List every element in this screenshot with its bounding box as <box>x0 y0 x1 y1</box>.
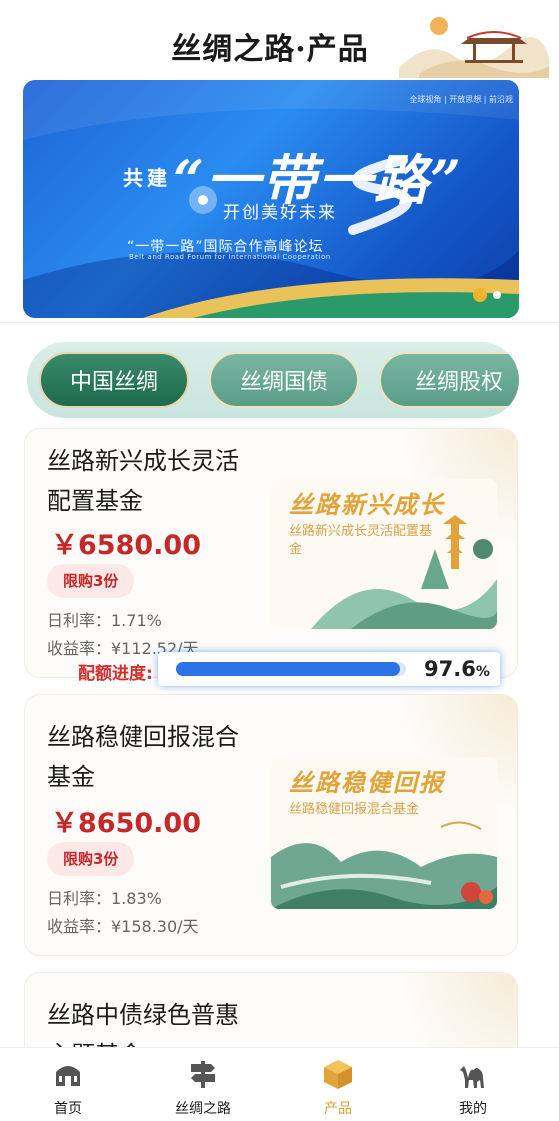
slide-dot[interactable] <box>493 291 501 299</box>
product-box-icon <box>324 1060 352 1089</box>
bottom-nav: 首页 丝绸之路 产品 我的 <box>0 1047 559 1121</box>
quota-progress-fill <box>176 662 401 676</box>
quota-progress-track <box>176 662 406 676</box>
daily-rate: 日利率：1.71% <box>47 611 162 630</box>
quota-progress-value: 97.6% <box>424 657 490 681</box>
promo-banner[interactable]: 全球视角 | 开放思想 | 前沿观 共建 “一带一路” 开创美好未来 “一带一路… <box>23 80 519 318</box>
nav-products[interactable]: 产品 <box>273 1048 403 1121</box>
product-card[interactable]: 丝路稳健回报混合基金 ￥8650.00 限购3份 日利率：1.83% 收益率：¥… <box>24 694 518 956</box>
banner-top-links: 全球视角 | 开放思想 | 前沿观 <box>409 95 513 104</box>
purchase-limit-badge: 限购3份 <box>47 842 135 876</box>
banner-pagination <box>473 288 501 302</box>
nav-label: 丝绸之路 <box>175 1101 231 1117</box>
home-building-icon <box>56 1066 80 1086</box>
product-price: ￥6580.00 <box>51 530 201 561</box>
artwork-title: 丝路稳健回报 <box>289 768 445 797</box>
app-root: 丝绸之路·产品 全球视角 | 开放思想 | 前沿观 共建 “一带一路” 开创美好… <box>0 0 559 1121</box>
artwork-subtitle: 丝路稳健回报混合基金 <box>289 802 420 817</box>
tab-silk-equity[interactable]: 丝绸股权 <box>379 352 519 408</box>
product-price: ￥8650.00 <box>51 808 201 839</box>
tab-label: 中国丝绸 <box>69 370 158 395</box>
signpost-icon <box>191 1061 215 1088</box>
product-artwork: 丝路稳健回报 丝路稳健回报混合基金 <box>271 757 497 909</box>
product-name: 丝路新兴成长灵活配置基金 <box>47 447 239 515</box>
nav-label: 产品 <box>324 1101 352 1117</box>
category-tabs: 中国丝绸 丝绸国债 丝绸股权 <box>27 342 519 418</box>
product-artwork: 丝路新兴成长 丝路新兴成长灵活配置基金 <box>271 479 497 629</box>
product-card[interactable]: 丝路新兴成长灵活配置基金 ￥6580.00 限购3份 日利率：1.71% 收益率… <box>24 428 518 678</box>
tab-china-silk[interactable]: 中国丝绸 <box>39 352 189 408</box>
banner-gongjian-text: 共建 <box>123 166 171 190</box>
quota-progress-label: 配额进度: <box>78 664 153 684</box>
banner-forum-english: Belt and Road Forum for International Co… <box>129 253 331 261</box>
artwork-title: 丝路新兴成长 <box>289 490 445 519</box>
camel-icon <box>460 1066 484 1088</box>
page-header: 丝绸之路·产品 <box>0 0 559 78</box>
nav-home[interactable]: 首页 <box>3 1048 133 1121</box>
quota-value-number: 97.6 <box>424 657 476 681</box>
pavilion-decoration-icon <box>399 17 549 78</box>
yield-rate: 收益率：¥158.30/天 <box>47 917 199 936</box>
nav-label: 我的 <box>459 1101 487 1117</box>
tab-silk-bonds[interactable]: 丝绸国债 <box>209 352 359 408</box>
quota-value-unit: % <box>475 664 490 680</box>
section-divider <box>0 322 559 323</box>
daily-rate: 日利率：1.83% <box>47 889 162 908</box>
nav-label: 首页 <box>54 1101 82 1117</box>
nav-mine[interactable]: 我的 <box>408 1048 538 1121</box>
quota-progress: 97.6% <box>158 652 500 686</box>
tab-label: 丝绸国债 <box>239 370 328 395</box>
slide-dot-active[interactable] <box>473 288 487 302</box>
product-name: 丝路稳健回报混合基金 <box>47 723 239 791</box>
purchase-limit-badge: 限购3份 <box>47 564 135 598</box>
tab-label: 丝绸股权 <box>414 370 503 395</box>
artwork-subtitle: 丝路新兴成长灵活配置基金 <box>289 524 433 557</box>
nav-silk-road[interactable]: 丝绸之路 <box>138 1048 268 1121</box>
banner-sub-slogan: 开创美好未来 <box>223 203 337 223</box>
